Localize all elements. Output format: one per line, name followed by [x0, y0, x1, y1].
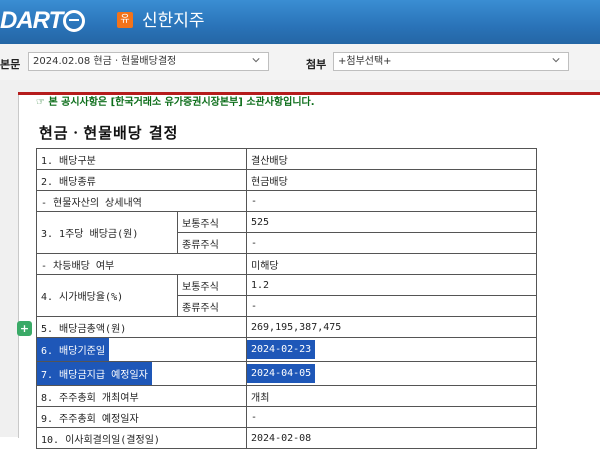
row-label-cell: 6. 배당기준일: [36, 337, 247, 362]
table-row: 10. 이사회결의일(결정일) 2024-02-08: [36, 427, 537, 449]
row-label: 6. 배당기준일: [37, 338, 110, 361]
logo-text: DART: [0, 7, 63, 34]
row-value: 개최: [246, 385, 537, 407]
row-label: - 차등배당 여부: [36, 253, 247, 275]
row-value: 결산배당: [246, 148, 537, 170]
row-value-cell: 2024-02-23: [246, 337, 537, 362]
row-value: 2024-02-23: [247, 340, 316, 359]
row-label: 10. 이사회결의일(결정일): [36, 427, 247, 449]
table-row: 2. 배당종류 현금배당: [36, 169, 537, 191]
row-value: -: [246, 295, 537, 317]
main-document-select[interactable]: 2024.02.08 현금ㆍ현물배당결정: [28, 52, 269, 71]
row-value: -: [246, 232, 537, 254]
main-label: 본문: [0, 58, 21, 71]
page-title: 현금ㆍ현물배당 결정: [39, 124, 179, 142]
row-value: -: [246, 190, 537, 212]
attachment-select[interactable]: +첨부선택+: [333, 52, 569, 71]
row-value: 1.2: [246, 274, 537, 296]
row-value: 525: [246, 211, 537, 233]
table-row: 8. 주주총회 개최여부 개최: [36, 385, 537, 407]
table-row: 6. 배당기준일 2024-02-23: [36, 337, 537, 362]
header-bar: DART 유 신한지주: [0, 0, 600, 44]
row-value-cell: 2024-04-05: [246, 361, 537, 386]
company-name: 신한지주: [142, 11, 205, 31]
notice-divider: [18, 92, 600, 95]
row-label: 2. 배당종류: [36, 169, 247, 191]
row-value: -: [246, 406, 537, 428]
table-row: 5. 배당금총액(원) 269,195,387,475: [36, 316, 537, 338]
dart-logo[interactable]: DART: [0, 6, 86, 36]
table-row: 9. 주주총회 예정일자 -: [36, 406, 537, 428]
attach-label: 첨부: [306, 58, 327, 71]
row-label-cell: 7. 배당금지급 예정일자: [36, 361, 247, 386]
table-row: 4. 시가배당율(%) 보통주식 1.2: [36, 274, 537, 317]
row-value: 현금배당: [246, 169, 537, 191]
row-value: 미해당: [246, 253, 537, 275]
row-value: 2024-02-08: [246, 427, 537, 449]
attach-select-value: +첨부선택+: [338, 56, 392, 67]
sub-label: 보통주식: [177, 274, 247, 296]
add-icon[interactable]: +: [17, 321, 32, 336]
row-label: 4. 시가배당율(%): [36, 274, 178, 317]
chevron-down-icon: [252, 58, 260, 63]
chevron-down-icon: [552, 58, 560, 63]
row-label: - 현물자산의 상세내역: [36, 190, 247, 212]
row-label: 9. 주주총회 예정일자: [36, 406, 247, 428]
main-select-value: 2024.02.08 현금ㆍ현물배당결정: [33, 56, 177, 67]
globe-icon: [63, 10, 86, 32]
row-label: 3. 1주당 배당금(원): [36, 211, 178, 254]
document-toolbar: 본문 2024.02.08 현금ㆍ현물배당결정 첨부 +첨부선택+: [0, 44, 600, 81]
table-row: 3. 1주당 배당금(원) 보통주식 525: [36, 211, 537, 254]
market-badge: 유: [117, 12, 133, 28]
sub-label: 종류주식: [177, 232, 247, 254]
table-row: 7. 배당금지급 예정일자 2024-04-05: [36, 361, 537, 386]
sub-label: 종류주식: [177, 295, 247, 317]
table-row: - 차등배당 여부 미해당: [36, 253, 537, 275]
row-label: 1. 배당구분: [36, 148, 247, 170]
table-row: 1. 배당구분 결산배당: [36, 148, 537, 170]
row-label: 8. 주주총회 개최여부: [36, 385, 247, 407]
row-value: 269,195,387,475: [246, 316, 537, 338]
row-value: 2024-04-05: [247, 364, 316, 383]
row-label: 7. 배당금지급 예정일자: [37, 362, 152, 385]
sub-label: 보통주식: [177, 211, 247, 233]
row-label: 5. 배당금총액(원): [36, 316, 247, 338]
dividend-table: 1. 배당구분 결산배당 2. 배당종류 현금배당 - 현물자산의 상세내역 -…: [36, 148, 537, 449]
table-row: - 현물자산의 상세내역 -: [36, 190, 537, 212]
jurisdiction-notice: ☞ 본 공시사항은 [한국거래소 유가증권시장본부] 소관사항입니다.: [36, 97, 315, 108]
